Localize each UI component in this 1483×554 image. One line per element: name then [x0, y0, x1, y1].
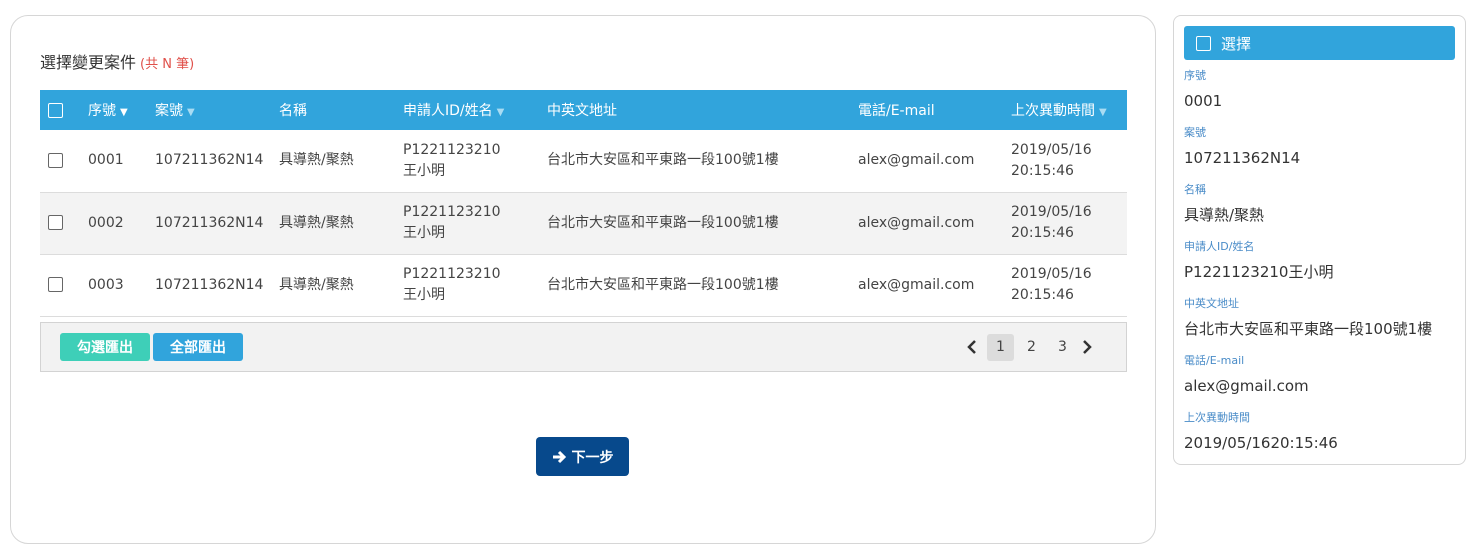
cell-case-no: 107211362N14	[155, 214, 264, 231]
table-row[interactable]: 0001 107211362N14 具導熱/聚熱 P1221123210 王小明 …	[40, 130, 1127, 192]
table-footer-bar: 勾選匯出 全部匯出 1 2 3	[40, 322, 1127, 372]
main-panel: 選擇變更案件 (共 N 筆) 序號 ▼ 案號 ▼ 名稱 申請人ID/姓名 ▼ 中英文地址…	[10, 15, 1156, 544]
cell-name: 具導熱/聚熱	[279, 152, 354, 169]
arrow-right-icon	[552, 450, 566, 463]
cell-contact: alex@gmail.com	[858, 276, 975, 293]
cell-seq: 0003	[88, 276, 124, 293]
applicant-id: P1221123210	[403, 141, 501, 158]
case-table-wrapper: 序號 ▼ 案號 ▼ 名稱 申請人ID/姓名 ▼ 中英文地址 電話/E-mail 上次異…	[40, 90, 1127, 317]
detail-field: 申請人ID/姓名 P1221123210王小明	[1184, 240, 1334, 281]
cell-address: 台北市大安區和平東路一段100號1樓	[547, 214, 779, 231]
modified-date: 2019/05/16	[1011, 266, 1092, 282]
table-row[interactable]: 0003 107211362N14 具導熱/聚熱 P1221123210 王小明 …	[40, 254, 1127, 316]
row-checkbox[interactable]	[48, 277, 63, 292]
export-all-button[interactable]: 全部匯出	[153, 333, 243, 361]
header-applicant[interactable]: 申請人ID/姓名 ▼	[395, 90, 539, 130]
header-name: 名稱	[279, 103, 307, 119]
header-address: 中英文地址	[547, 103, 617, 119]
cell-contact: alex@gmail.com	[858, 152, 975, 169]
side-fields: 序號 0001 案號 107211362N14 名稱 具導熱/聚熱 申請人ID/姓名 P…	[1184, 66, 1459, 465]
table-header-row: 序號 ▼ 案號 ▼ 名稱 申請人ID/姓名 ▼ 中英文地址 電話/E-mail 上次異…	[40, 90, 1127, 130]
detail-side-panel: 選擇 序號 0001 案號 107211362N14 名稱 具導熱/聚熱 申請人ID/…	[1173, 15, 1466, 465]
case-table: 序號 ▼ 案號 ▼ 名稱 申請人ID/姓名 ▼ 中英文地址 電話/E-mail 上次異…	[40, 90, 1127, 317]
detail-field: 電話/E-mail alex@gmail.com	[1184, 354, 1309, 395]
cell-case-no: 107211362N14	[155, 276, 264, 293]
record-count: (共 N 筆)	[140, 57, 195, 72]
row-select-cell[interactable]	[40, 254, 80, 316]
cell-name: 具導熱/聚熱	[279, 276, 354, 293]
sort-down-icon[interactable]: ▼	[1099, 107, 1107, 118]
cell-seq: 0001	[88, 152, 124, 169]
chevron-left-icon[interactable]	[961, 334, 983, 361]
section-title: 選擇變更案件 (共 N 筆)	[40, 49, 194, 73]
cell-name: 具導熱/聚熱	[279, 214, 354, 231]
header-case-no[interactable]: 案號 ▼	[147, 90, 271, 130]
cell-applicant: P1221123210 王小明	[395, 254, 539, 316]
applicant-id: P1221123210	[403, 204, 501, 220]
applicant-id: P1221123210	[403, 266, 501, 282]
side-header-label: 選擇	[1221, 34, 1252, 53]
cell-address: 台北市大安區和平東路一段100號1樓	[547, 152, 779, 169]
applicant-name: 王小明	[403, 162, 445, 179]
cell-address: 台北市大安區和平東路一段100號1樓	[547, 276, 779, 293]
cell-contact: alex@gmail.com	[858, 214, 975, 231]
cell-case-no: 107211362N14	[155, 152, 264, 169]
cell-seq: 0002	[88, 214, 124, 231]
page-title: 選擇變更案件	[40, 53, 137, 72]
page-2[interactable]: 2	[1018, 334, 1045, 361]
table-row[interactable]: 0002 107211362N14 具導熱/聚熱 P1221123210 王小明 …	[40, 192, 1127, 254]
next-step-label: 下一步	[571, 449, 614, 466]
modified-time: 20:15:46	[1011, 162, 1074, 179]
page-1[interactable]: 1	[987, 333, 1014, 361]
export-selected-button[interactable]: 勾選匯出	[60, 333, 150, 361]
header-select-all[interactable]	[40, 90, 80, 130]
pagination: 1 2 3	[961, 333, 1098, 361]
sort-down-icon[interactable]: ▼	[187, 107, 195, 118]
next-step-button[interactable]: 下一步	[536, 437, 629, 476]
side-select-checkbox[interactable]	[1196, 35, 1211, 51]
side-panel-header[interactable]: 選擇	[1184, 26, 1455, 60]
header-seq[interactable]: 序號 ▼	[80, 90, 147, 130]
applicant-name: 王小明	[403, 225, 445, 241]
detail-field: 序號 0001	[1184, 69, 1223, 110]
cell-last-modified: 2019/05/16 20:15:46	[1003, 192, 1127, 254]
row-select-cell[interactable]	[40, 192, 80, 254]
sort-down-icon[interactable]: ▼	[497, 107, 505, 118]
modified-time: 20:15:46	[1011, 287, 1074, 303]
cell-last-modified: 2019/05/16 20:15:46	[1003, 130, 1127, 192]
cell-last-modified: 2019/05/16 20:15:46	[1003, 254, 1127, 316]
row-checkbox[interactable]	[48, 152, 63, 168]
detail-field: 名稱 具導熱/聚熱	[1184, 183, 1265, 224]
sort-down-icon[interactable]: ▼	[120, 107, 128, 118]
chevron-right-icon[interactable]	[1076, 334, 1098, 361]
row-checkbox[interactable]	[48, 215, 63, 230]
applicant-name: 王小明	[403, 287, 445, 303]
header-contact: 電話/E-mail	[858, 103, 935, 119]
row-select-cell[interactable]	[40, 130, 80, 192]
modified-time: 20:15:46	[1011, 225, 1074, 241]
cell-applicant: P1221123210 王小明	[395, 192, 539, 254]
modified-date: 2019/05/16	[1011, 141, 1092, 158]
modified-date: 2019/05/16	[1011, 204, 1092, 220]
detail-field: 上次異動時間 2019/05/1620:15:46	[1184, 411, 1338, 452]
cell-applicant: P1221123210 王小明	[395, 130, 539, 192]
select-all-checkbox[interactable]	[48, 102, 63, 118]
page-3[interactable]: 3	[1049, 334, 1076, 361]
detail-field: 中英文地址 台北市大安區和平東路一段100號1樓	[1184, 297, 1433, 338]
detail-field: 案號 107211362N14	[1184, 126, 1301, 167]
header-last-modified[interactable]: 上次異動時間 ▼	[1003, 90, 1127, 130]
